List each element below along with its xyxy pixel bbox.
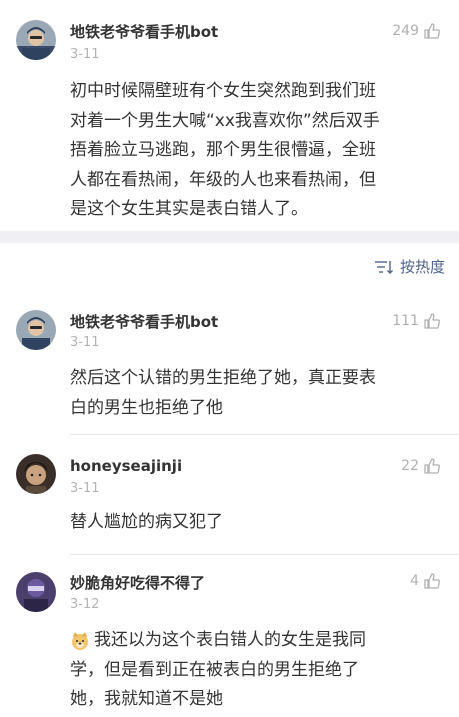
thumbs-up-icon: [424, 573, 440, 589]
like-count: 22: [401, 458, 419, 474]
avatar-image: [16, 572, 56, 612]
username[interactable]: honeyseajinji: [70, 457, 182, 475]
sort-button[interactable]: 按热度: [374, 256, 445, 277]
comment-date: 3-11: [70, 481, 100, 496]
avatar[interactable]: [16, 572, 56, 612]
thumbs-up-icon: [424, 23, 440, 39]
post-text: 初中时候隔壁班有个女生突然跑到我们班 对着一个男生大喊“xx我喜欢你”然后双手 …: [70, 81, 380, 219]
like-button[interactable]: 111: [392, 312, 441, 330]
comment-item: 地铁老爷爷看手机bot 3-11 111 然后这个认错的男生拒绝了她，真正要表 …: [0, 300, 459, 434]
username[interactable]: 地铁老爷爷看手机bot: [70, 311, 218, 332]
thumbs-up-icon: [424, 313, 440, 329]
comment-item: 妙脆角好吃得不得了 3-12 4 我还以为这个表白错人的女生是我同 学，但是看到…: [0, 562, 459, 717]
like-button[interactable]: 22: [401, 457, 441, 475]
comment-item: honeyseajinji 3-11 22 替人尴尬的病又犯了: [0, 444, 459, 554]
section-divider: [0, 231, 459, 243]
like-count: 111: [392, 313, 419, 329]
avatar-image: [16, 310, 56, 350]
username[interactable]: 妙脆角好吃得不得了: [70, 572, 205, 593]
comment-divider: [70, 554, 459, 555]
like-count: 4: [410, 573, 419, 589]
comment-text: 然后这个认错的男生拒绝了她，真正要表 白的男生也拒绝了他: [70, 368, 376, 418]
avatar[interactable]: [16, 310, 56, 350]
thumbs-up-icon: [424, 458, 440, 474]
like-button[interactable]: 249: [392, 22, 441, 40]
post-date: 3-11: [70, 47, 100, 62]
like-button[interactable]: 4: [410, 572, 441, 590]
comment-date: 3-11: [70, 335, 100, 350]
avatar[interactable]: [16, 20, 56, 60]
comment-text: 替人尴尬的病又犯了: [70, 512, 223, 532]
username[interactable]: 地铁老爷爷看手机bot: [70, 21, 218, 42]
comment-text: 我还以为这个表白错人的女生是我同 学，但是看到正在被表白的男生拒绝了 她，我就知…: [70, 630, 366, 709]
sort-icon: [374, 260, 393, 274]
comment-divider: [70, 434, 459, 435]
sort-label: 按热度: [399, 258, 445, 276]
avatar-image: [16, 20, 56, 60]
comment-date: 3-12: [70, 597, 100, 612]
main-post: 地铁老爷爷看手机bot 3-11 249 初中时候隔壁班有个女生突然跑到我们班 …: [0, 0, 459, 231]
avatar-image: [16, 454, 56, 494]
avatar[interactable]: [16, 454, 56, 494]
like-count: 249: [392, 23, 419, 39]
